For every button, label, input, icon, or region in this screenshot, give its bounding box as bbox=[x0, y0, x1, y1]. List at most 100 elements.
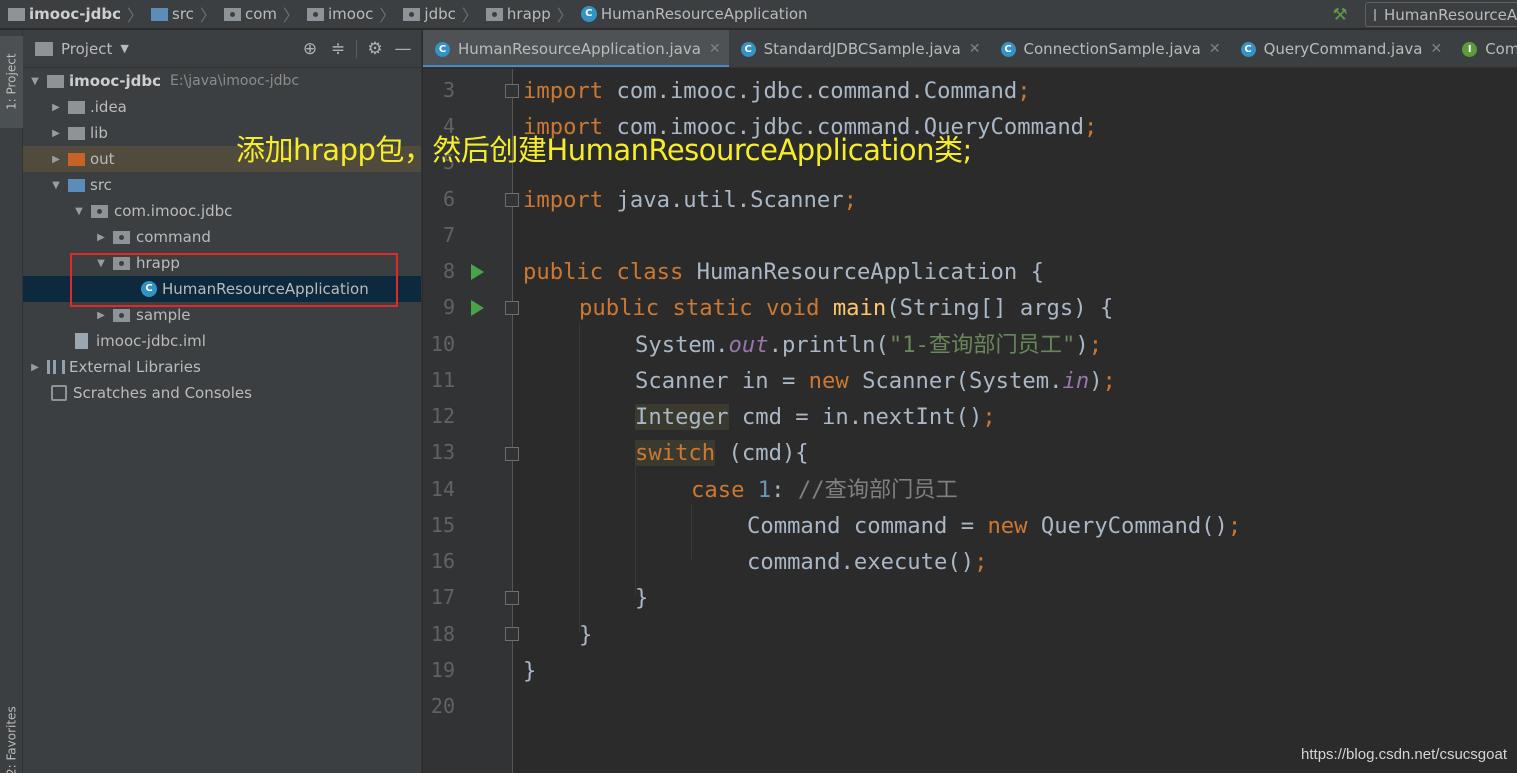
tree-row-package[interactable]: ▼ com.imooc.jdbc bbox=[23, 198, 421, 224]
fold-marker-icon[interactable] bbox=[505, 447, 519, 461]
breadcrumb-imooc[interactable]: imooc 〉 bbox=[299, 0, 395, 29]
code-line-10: System.out.println("1-查询部门员工"); bbox=[635, 332, 1103, 358]
expand-arrow-icon[interactable]: ▶ bbox=[29, 362, 41, 373]
project-tool-window-tab[interactable]: 1: Project bbox=[0, 36, 23, 128]
expand-arrow-icon[interactable]: ▶ bbox=[95, 232, 107, 243]
source-folder-icon bbox=[151, 7, 169, 21]
java-class-icon: C bbox=[435, 41, 450, 57]
code-line-12: Integer cmd = in.nextInt(); bbox=[635, 404, 996, 430]
line-number: 10 bbox=[430, 332, 455, 356]
close-icon[interactable]: ✕ bbox=[1430, 41, 1442, 57]
build-hammer-icon[interactable]: ⚒ bbox=[1329, 4, 1351, 26]
package-icon bbox=[91, 204, 108, 218]
code-line-17: } bbox=[635, 585, 649, 611]
close-icon[interactable]: ✕ bbox=[1209, 41, 1221, 57]
locate-file-icon[interactable]: ⊕ bbox=[296, 35, 324, 63]
expand-arrow-icon[interactable]: ▶ bbox=[50, 128, 62, 139]
tree-row-command[interactable]: ▶ command bbox=[23, 224, 421, 250]
expand-arrow-icon[interactable]: ▶ bbox=[50, 102, 62, 113]
line-number: 19 bbox=[430, 658, 455, 682]
package-icon bbox=[485, 7, 503, 21]
code-line-11: Scanner in = new Scanner(System.in); bbox=[635, 368, 1116, 394]
scratches-icon bbox=[51, 385, 67, 401]
fold-marker-icon[interactable] bbox=[505, 84, 519, 98]
hide-panel-icon[interactable]: — bbox=[389, 35, 417, 63]
expand-arrow-icon[interactable]: ▼ bbox=[73, 206, 85, 217]
fold-marker-icon[interactable] bbox=[505, 193, 519, 207]
tree-label: imooc-jdbc.iml bbox=[96, 332, 206, 350]
code-line-8: public class HumanResourceApplication { bbox=[523, 259, 1044, 285]
close-icon[interactable]: ✕ bbox=[969, 41, 981, 57]
breadcrumb-hrapp[interactable]: hrapp 〉 bbox=[478, 0, 573, 29]
package-icon bbox=[113, 230, 130, 244]
run-configuration-select[interactable]: HumanResourceApplication bbox=[1365, 2, 1517, 27]
code-line-14: case 1: //查询部门员工 bbox=[691, 477, 958, 503]
breadcrumb-src[interactable]: src 〉 bbox=[143, 0, 216, 29]
favorites-tool-window-tab[interactable]: 2: Favorites bbox=[0, 706, 23, 773]
fold-marker-icon[interactable] bbox=[505, 627, 519, 641]
toolbar-divider bbox=[356, 40, 357, 58]
fold-marker-icon[interactable] bbox=[505, 301, 519, 315]
dropdown-caret-icon[interactable]: ▼ bbox=[120, 42, 128, 55]
tree-label: command bbox=[136, 228, 211, 246]
close-icon[interactable]: ✕ bbox=[709, 41, 721, 57]
tree-label: src bbox=[90, 176, 112, 194]
line-number: 13 bbox=[430, 440, 455, 464]
tree-row-src[interactable]: ▼ src bbox=[23, 172, 421, 198]
tab-querycommand[interactable]: C QueryCommand.java ✕ bbox=[1229, 30, 1451, 67]
tree-row-idea[interactable]: ▶ .idea bbox=[23, 94, 421, 120]
collapse-all-icon[interactable]: ≑ bbox=[324, 35, 352, 63]
watermark: https://blog.csdn.net/csucsgoat bbox=[1301, 746, 1507, 763]
project-tab-label: 1: Project bbox=[4, 53, 19, 111]
code-line-13: switch (cmd){ bbox=[635, 440, 809, 466]
expand-arrow-icon[interactable]: ▶ bbox=[50, 154, 62, 165]
favorites-tab-label: 2: Favorites bbox=[4, 706, 19, 773]
breadcrumb-label: HumanResourceApplication bbox=[600, 5, 808, 23]
line-number: 16 bbox=[430, 549, 455, 573]
line-number: 7 bbox=[442, 223, 455, 247]
breadcrumb-label: jdbc bbox=[424, 5, 456, 23]
chevron-right-icon: 〉 bbox=[461, 6, 478, 25]
tab-humanresourceapplication[interactable]: C HumanResourceApplication.java ✕ bbox=[423, 30, 729, 67]
gear-icon[interactable]: ⚙ bbox=[361, 35, 389, 63]
tree-row-external-libraries[interactable]: ▶ External Libraries bbox=[23, 354, 421, 380]
run-class-icon[interactable] bbox=[471, 264, 484, 280]
fold-marker-icon[interactable] bbox=[505, 591, 519, 605]
line-number: 17 bbox=[430, 585, 455, 609]
code-editor[interactable]: 3 4 5 6 7 8 9 10 11 12 13 14 15 16 17 18… bbox=[423, 69, 1517, 773]
package-icon bbox=[223, 7, 241, 21]
expand-arrow-icon[interactable]: ▼ bbox=[29, 76, 41, 87]
tab-label: Command bbox=[1485, 40, 1517, 58]
run-main-icon[interactable] bbox=[471, 300, 484, 316]
project-view-icon bbox=[35, 41, 53, 56]
project-folder-icon bbox=[8, 7, 25, 21]
tree-root-path: E:\java\imooc-jdbc bbox=[170, 73, 300, 89]
tab-standardjdbcsample[interactable]: C StandardJDBCSample.java ✕ bbox=[729, 30, 989, 67]
output-folder-icon bbox=[68, 152, 85, 166]
iml-file-icon bbox=[75, 333, 88, 349]
tree-row-root[interactable]: ▼ imooc-jdbc E:\java\imooc-jdbc bbox=[23, 68, 421, 94]
chevron-right-icon: 〉 bbox=[199, 6, 216, 25]
breadcrumb-com[interactable]: com 〉 bbox=[216, 0, 299, 29]
tab-command[interactable]: I Command bbox=[1450, 30, 1517, 67]
left-tool-strip: 1: Project 2: Favorites bbox=[0, 30, 23, 773]
package-icon bbox=[307, 7, 325, 21]
breadcrumb-project[interactable]: imooc-jdbc 〉 bbox=[0, 0, 143, 29]
breadcrumb-jdbc[interactable]: jdbc 〉 bbox=[395, 0, 478, 29]
indent-guide bbox=[579, 323, 580, 633]
breadcrumb-label: imooc-jdbc bbox=[29, 5, 122, 23]
folder-icon bbox=[68, 100, 85, 114]
tree-label: com.imooc.jdbc bbox=[114, 202, 233, 220]
project-tree: ▼ imooc-jdbc E:\java\imooc-jdbc ▶ .idea … bbox=[23, 68, 421, 406]
tree-row-scratches[interactable]: Scratches and Consoles bbox=[23, 380, 421, 406]
expand-arrow-icon[interactable]: ▼ bbox=[50, 180, 62, 191]
tree-row-iml[interactable]: imooc-jdbc.iml bbox=[23, 328, 421, 354]
tree-label: sample bbox=[136, 306, 191, 324]
module-folder-icon bbox=[47, 74, 64, 88]
project-panel-title[interactable]: Project bbox=[61, 40, 112, 58]
code-line-16: command.execute(); bbox=[747, 549, 988, 575]
tab-connectionsample[interactable]: C ConnectionSample.java ✕ bbox=[989, 30, 1229, 67]
expand-arrow-icon[interactable]: ▶ bbox=[95, 310, 107, 321]
breadcrumb-class[interactable]: C HumanResourceApplication bbox=[573, 0, 808, 29]
package-icon bbox=[403, 7, 421, 21]
